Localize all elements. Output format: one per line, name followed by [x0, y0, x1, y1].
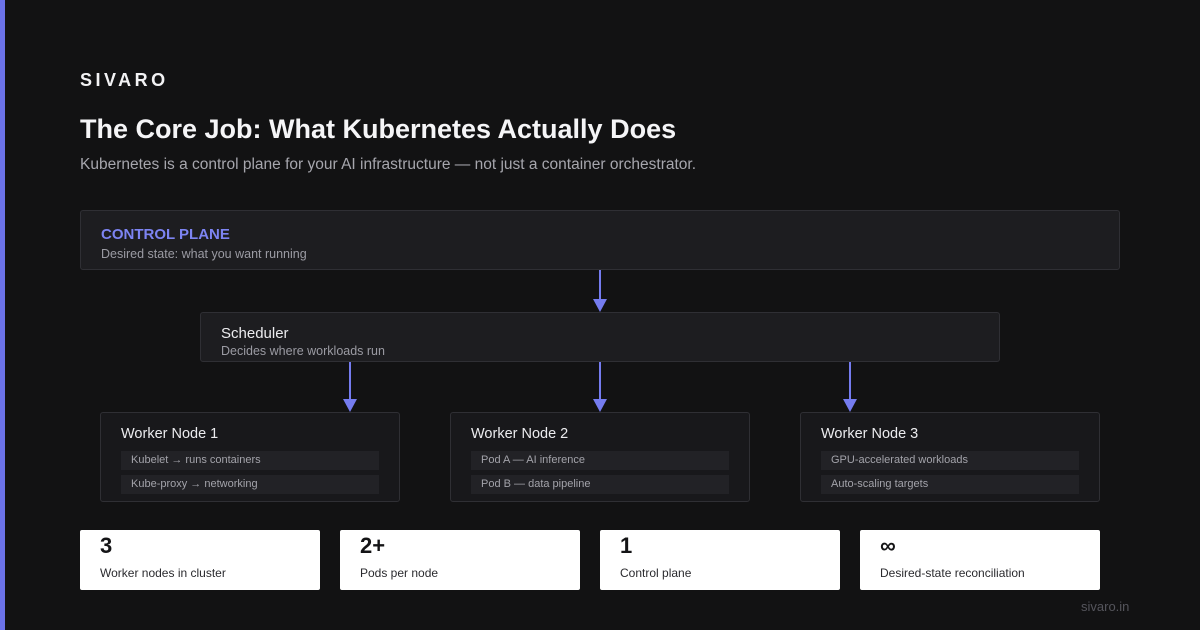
- worker-node-item: Pod B — data pipeline: [471, 475, 729, 494]
- footer-url[interactable]: sivaro.in: [1081, 599, 1129, 614]
- worker-node-title: Worker Node 1: [121, 426, 219, 442]
- stat-value: 3: [100, 533, 113, 558]
- scheduler-title: Scheduler: [221, 325, 289, 342]
- stat-label: Worker nodes in cluster: [100, 566, 226, 580]
- stat-label: Desired-state reconciliation: [880, 566, 1025, 580]
- arrow-control-to-scheduler: [593, 270, 607, 312]
- worker-node-2: Worker Node 2 Pod A — AI inference Pod B…: [450, 412, 750, 502]
- arrow-scheduler-to-worker-1: [343, 362, 357, 412]
- stat-value: 1: [620, 533, 633, 558]
- worker-node-item: Kubelet → runs containers: [121, 451, 379, 470]
- stat-value: ∞: [880, 533, 896, 558]
- stat-card-pods-per-node: 2+ Pods per node: [340, 530, 580, 590]
- page-subtitle: Kubernetes is a control plane for your A…: [80, 156, 697, 173]
- brand-logo: SIVARO: [80, 70, 169, 90]
- stat-label: Pods per node: [360, 566, 439, 580]
- worker-node-item: GPU-accelerated workloads: [821, 451, 1079, 470]
- arrow-scheduler-to-worker-3: [843, 362, 857, 412]
- worker-node-title: Worker Node 2: [471, 426, 569, 442]
- page-title: The Core Job: What Kubernetes Actually D…: [80, 114, 677, 144]
- arrow-scheduler-to-worker-2: [593, 362, 607, 412]
- worker-node-title: Worker Node 3: [821, 426, 919, 442]
- stat-value: 2+: [360, 533, 386, 558]
- worker-node-item: Kube-proxy → networking: [121, 475, 379, 494]
- worker-node-3: Worker Node 3 GPU-accelerated workloads …: [800, 412, 1100, 502]
- control-plane-box: CONTROL PLANE Desired state: what you wa…: [80, 210, 1120, 270]
- accent-bar: [0, 0, 5, 630]
- worker-node-1: Worker Node 1 Kubelet → runs containers …: [100, 412, 400, 502]
- stat-card-worker-nodes: 3 Worker nodes in cluster: [80, 530, 320, 590]
- control-plane-description: Desired state: what you want running: [101, 247, 307, 261]
- stat-card-reconciliation: ∞ Desired-state reconciliation: [860, 530, 1100, 590]
- worker-node-item: Pod A — AI inference: [471, 451, 729, 470]
- control-plane-title: CONTROL PLANE: [101, 226, 230, 243]
- scheduler-box: Scheduler Decides where workloads run: [200, 312, 1000, 362]
- worker-node-item: Auto-scaling targets: [821, 475, 1079, 494]
- scheduler-description: Decides where workloads run: [221, 344, 385, 358]
- stat-label: Control plane: [620, 566, 692, 580]
- stat-card-control-plane: 1 Control plane: [600, 530, 840, 590]
